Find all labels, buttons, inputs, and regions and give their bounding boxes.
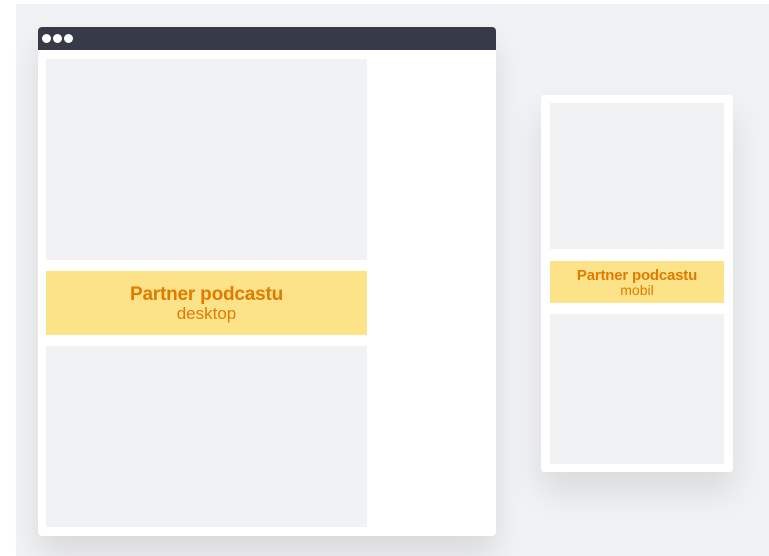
- mobile-banner-title: Partner podcastu: [576, 266, 698, 284]
- window-dot-icon: [42, 34, 51, 43]
- desktop-banner-title: Partner podcastu: [129, 283, 284, 305]
- desktop-mockup: Partner podcastu desktop: [38, 27, 496, 536]
- mobile-mockup: Partner podcastu mobil: [541, 95, 733, 472]
- mobile-ad-banner: Partner podcastu mobil: [550, 261, 724, 303]
- mobile-banner-subtitle: mobil: [620, 281, 654, 298]
- desktop-content-placeholder-top: [46, 59, 367, 260]
- browser-titlebar: [38, 27, 496, 50]
- window-dot-icon: [53, 34, 62, 43]
- mobile-content-placeholder-bottom: [550, 314, 724, 464]
- mobile-content-placeholder-top: [550, 103, 724, 249]
- window-dot-icon: [64, 34, 73, 43]
- desktop-content-placeholder-bottom: [46, 346, 367, 527]
- desktop-ad-banner: Partner podcastu desktop: [46, 271, 367, 335]
- desktop-banner-subtitle: desktop: [176, 303, 237, 323]
